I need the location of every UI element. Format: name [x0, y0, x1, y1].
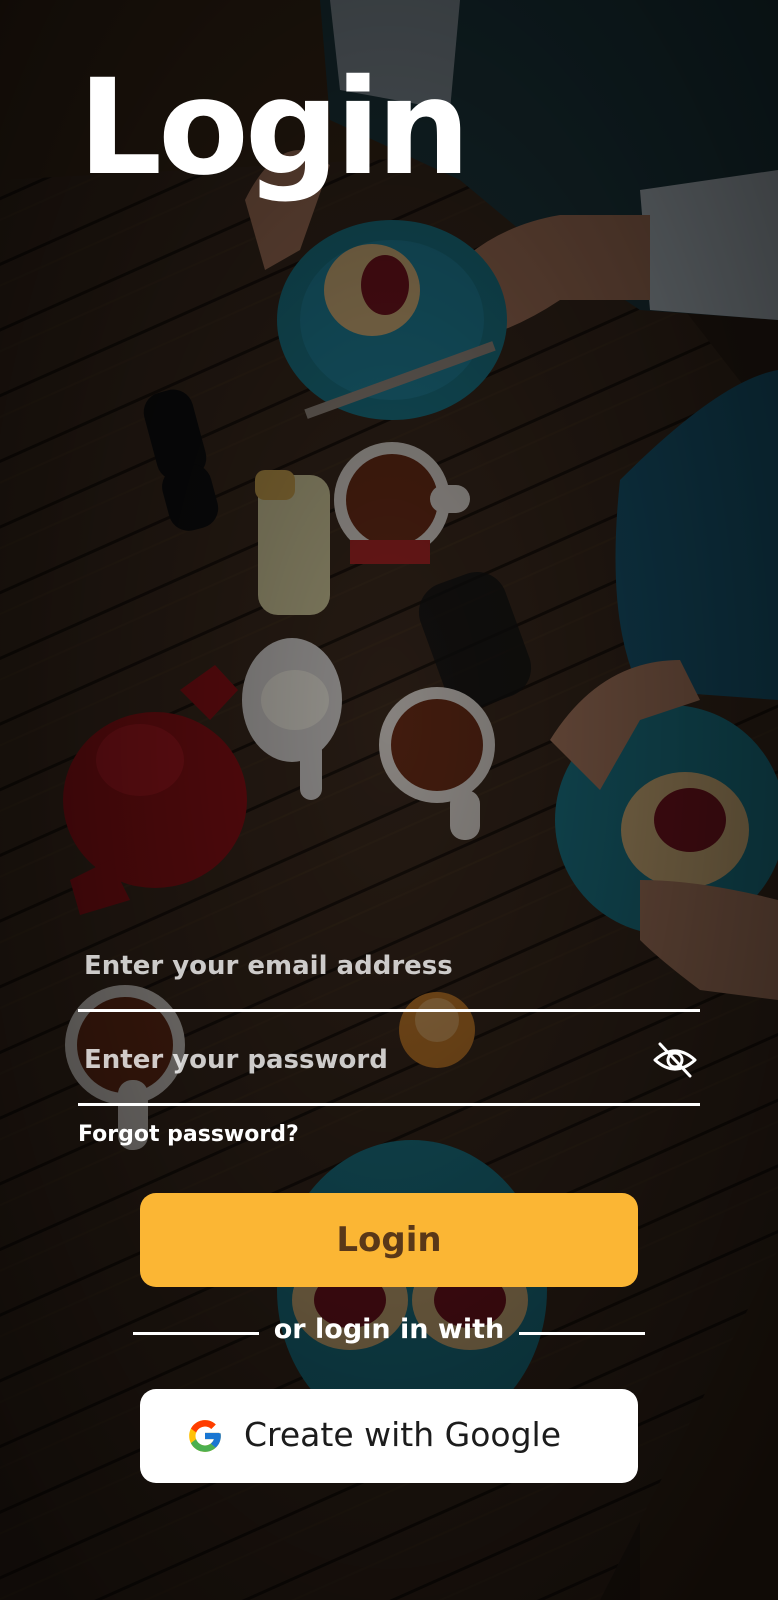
password-input[interactable] — [84, 1038, 624, 1082]
forgot-password-link[interactable]: Forgot password? — [78, 1122, 299, 1147]
divider-line-right — [519, 1332, 645, 1335]
email-field — [78, 920, 700, 1012]
google-icon — [189, 1420, 221, 1452]
divider-line-left — [133, 1332, 259, 1335]
eye-off-icon[interactable] — [652, 1040, 698, 1080]
divider-text: or login in with — [273, 1314, 505, 1345]
page-title: Login — [78, 51, 471, 205]
google-signin-button[interactable]: Create with Google — [140, 1389, 638, 1483]
login-screen: Login Forgot password? Login or login in… — [0, 0, 778, 1600]
email-input[interactable] — [84, 944, 624, 988]
google-button-label: Create with Google — [244, 1415, 562, 1454]
background-overlay — [0, 0, 778, 1600]
login-button[interactable]: Login — [140, 1193, 638, 1287]
divider: or login in with — [133, 1312, 645, 1352]
password-field — [78, 1014, 700, 1106]
